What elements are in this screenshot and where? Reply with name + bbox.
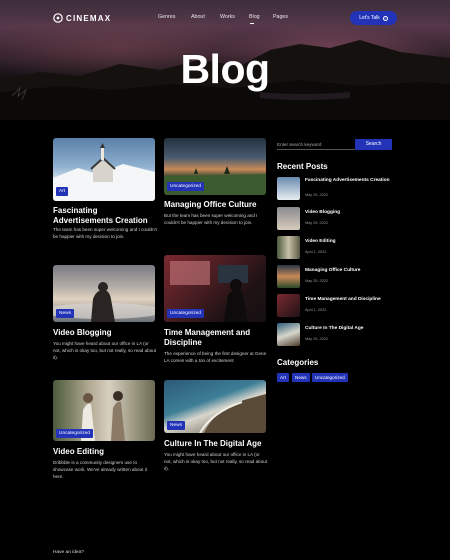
page-title: Blog (180, 46, 270, 92)
recent-post-thumbnail[interactable] (277, 265, 300, 288)
post-title[interactable]: Video Blogging (53, 328, 157, 338)
recent-posts-heading: Recent Posts (277, 162, 328, 171)
post-image[interactable]: Uncategorized (164, 255, 266, 322)
top-navigation: CINEMAX Genres About Works Blog Pages Le… (0, 0, 450, 36)
category-tag-news[interactable]: News (292, 373, 310, 382)
brand-logo[interactable]: CINEMAX (53, 13, 111, 23)
category-tag-art[interactable]: Art (277, 373, 289, 382)
post-excerpt: Dribbble is a community designers use to… (53, 460, 147, 479)
post-title[interactable]: Time Management and Discipline (164, 328, 268, 348)
post-title[interactable]: Managing Office Culture (164, 200, 268, 210)
recent-post-title[interactable]: Managing Office Culture (305, 268, 395, 274)
category-tag-uncategorized[interactable]: Uncategorized (312, 373, 348, 382)
category-badge[interactable]: News (167, 421, 185, 430)
recent-post-thumbnail[interactable] (277, 294, 300, 317)
category-badge[interactable]: Uncategorized (56, 429, 93, 438)
post-image[interactable]: News (53, 265, 155, 322)
post-excerpt: You might have heard about our office in… (164, 452, 268, 471)
recent-post-title[interactable]: Video Blogging (305, 210, 395, 216)
search-input[interactable]: Enter search keyword (277, 139, 355, 150)
recent-post-title[interactable]: Video Editing (305, 239, 395, 245)
recent-post-thumbnail[interactable] (277, 323, 300, 346)
main-menu: Genres About Works Blog Pages (158, 14, 303, 24)
recent-post-date: April 1, 2022 (305, 308, 327, 312)
recent-post-date: May 25, 2022 (305, 193, 329, 197)
post-image[interactable]: News (164, 380, 266, 433)
menu-item-about[interactable]: About (191, 14, 220, 20)
recent-post-date: May 25, 2022 (305, 221, 329, 225)
brand-name: CINEMAX (66, 13, 112, 23)
menu-item-genres[interactable]: Genres (158, 14, 191, 20)
post-image[interactable]: Art (53, 138, 155, 201)
logo-icon (53, 13, 63, 23)
recent-post-title[interactable]: Culture In The Digital Age (305, 326, 395, 332)
lets-talk-label: Let's Talk (359, 15, 380, 21)
recent-post-date: May 25, 2022 (305, 279, 329, 283)
footer-question: Have an idea? (53, 550, 84, 555)
categories-heading: Categories (277, 358, 319, 367)
post-excerpt: The experience of being the first design… (164, 351, 267, 363)
post-image[interactable]: Uncategorized (53, 380, 155, 441)
post-title[interactable]: Video Editing (53, 447, 157, 457)
menu-item-works[interactable]: Works (220, 14, 249, 20)
arrow-right-icon: › (382, 15, 388, 21)
lets-talk-button[interactable]: Let's Talk › (350, 11, 397, 25)
post-excerpt: The team has been super welcoming and I … (53, 227, 157, 239)
category-badge[interactable]: News (56, 309, 74, 318)
recent-post-thumbnail[interactable] (277, 207, 300, 230)
recent-post-thumbnail[interactable] (277, 177, 300, 200)
post-excerpt: You might have heard about our office in… (53, 341, 157, 360)
menu-item-blog[interactable]: Blog (249, 14, 273, 24)
recent-post-thumbnail[interactable] (277, 236, 300, 259)
category-badge[interactable]: Uncategorized (167, 182, 204, 191)
search-button[interactable]: Search (355, 139, 392, 150)
post-title[interactable]: Fascinating Advertisements Creation (53, 206, 157, 226)
snow-church-picture (53, 143, 155, 201)
menu-item-pages[interactable]: Pages (273, 14, 303, 20)
category-badge[interactable]: Uncategorized (167, 309, 204, 318)
category-badge[interactable]: Art (56, 187, 69, 196)
recent-post-date: May 25, 2022 (305, 337, 329, 341)
post-title[interactable]: Culture In The Digital Age (164, 439, 268, 449)
post-excerpt: But the team has been super welcoming an… (164, 213, 258, 225)
recent-post-date: April 1, 2022 (305, 250, 327, 254)
post-image[interactable]: Uncategorized (164, 138, 266, 195)
recent-post-title[interactable]: Time Management and Discipline (305, 297, 395, 303)
recent-post-title[interactable]: Fascinating Advertisements Creation (305, 178, 395, 184)
